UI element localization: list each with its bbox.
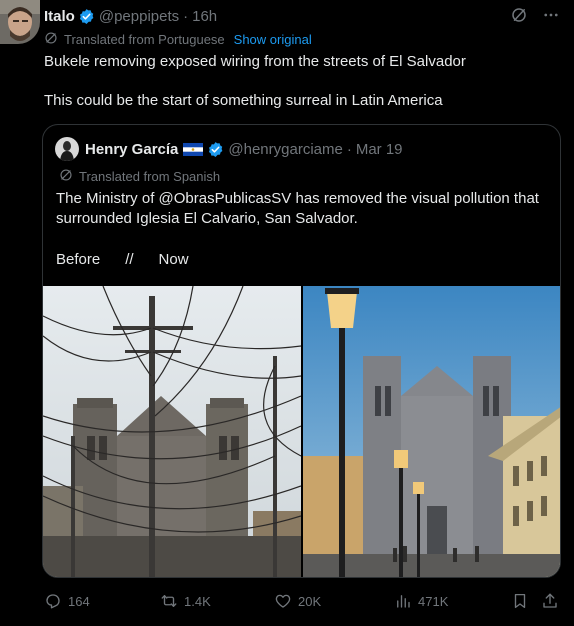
repost-icon	[160, 592, 178, 610]
more-icon[interactable]	[542, 6, 560, 24]
translate-icon	[44, 31, 58, 48]
quoted-post-date[interactable]: Mar 19	[356, 141, 403, 158]
before-photo[interactable]	[43, 286, 301, 577]
share-icon	[541, 592, 559, 610]
reply-button[interactable]: 164	[44, 592, 90, 610]
views-icon	[394, 592, 412, 610]
post-action-bar: 164 1.4K 20K 471K	[44, 590, 564, 612]
translation-notice: Translated from Portuguese Show original	[44, 31, 312, 48]
quoted-author-handle[interactable]: @henrygarciame	[228, 141, 342, 158]
verified-badge-icon[interactable]	[207, 141, 224, 158]
quoted-post[interactable]: Henry García @henrygarciame · Mar 19 Tra…	[42, 124, 561, 578]
quoted-author-line: Henry García @henrygarciame · Mar 19	[55, 137, 403, 161]
quoted-translated-label: Translated from Spanish	[79, 169, 221, 184]
quoted-author-avatar[interactable]	[55, 137, 79, 161]
views-count: 471K	[418, 593, 449, 609]
show-original-link[interactable]: Show original	[234, 32, 312, 47]
views-button[interactable]: 471K	[394, 592, 448, 610]
like-icon	[274, 592, 292, 610]
author-avatar[interactable]	[0, 0, 40, 44]
el-salvador-flag-icon	[183, 142, 204, 156]
bookmark-button[interactable]	[511, 592, 529, 610]
post-author-line: Italo @peppipets · 16h	[44, 6, 217, 26]
translate-icon	[59, 168, 73, 185]
separator-dot: ·	[183, 7, 189, 25]
post-time[interactable]: 16h	[192, 8, 217, 25]
separator-dot: ·	[346, 140, 352, 158]
post-text-line-1: Bukele removing exposed wiring from the …	[44, 53, 466, 70]
quoted-caption: Before // Now	[56, 251, 189, 268]
post-top-actions	[510, 6, 560, 24]
like-count: 20K	[298, 593, 322, 609]
quoted-author-name[interactable]: Henry García	[85, 141, 178, 158]
repost-count: 1.4K	[184, 593, 211, 609]
author-handle[interactable]: @peppipets	[99, 8, 179, 25]
repost-button[interactable]: 1.4K	[160, 592, 211, 610]
post-text-line-2: This could be the start of something sur…	[44, 92, 443, 109]
author-name[interactable]: Italo	[44, 8, 75, 25]
grok-icon[interactable]	[510, 6, 528, 24]
quoted-translation-notice: Translated from Spanish	[59, 168, 220, 185]
like-button[interactable]: 20K	[274, 592, 321, 610]
now-photo[interactable]	[303, 286, 560, 577]
quoted-post-text: The Ministry of @ObrasPublicasSV has rem…	[56, 190, 539, 227]
reply-count: 164	[68, 593, 90, 609]
bookmark-icon	[511, 592, 529, 610]
post-text: Bukele removing exposed wiring from the …	[44, 52, 564, 130]
reply-icon	[44, 592, 62, 610]
verified-badge-icon[interactable]	[78, 8, 95, 25]
translated-label: Translated from Portuguese	[64, 32, 225, 47]
share-button[interactable]	[541, 592, 559, 610]
